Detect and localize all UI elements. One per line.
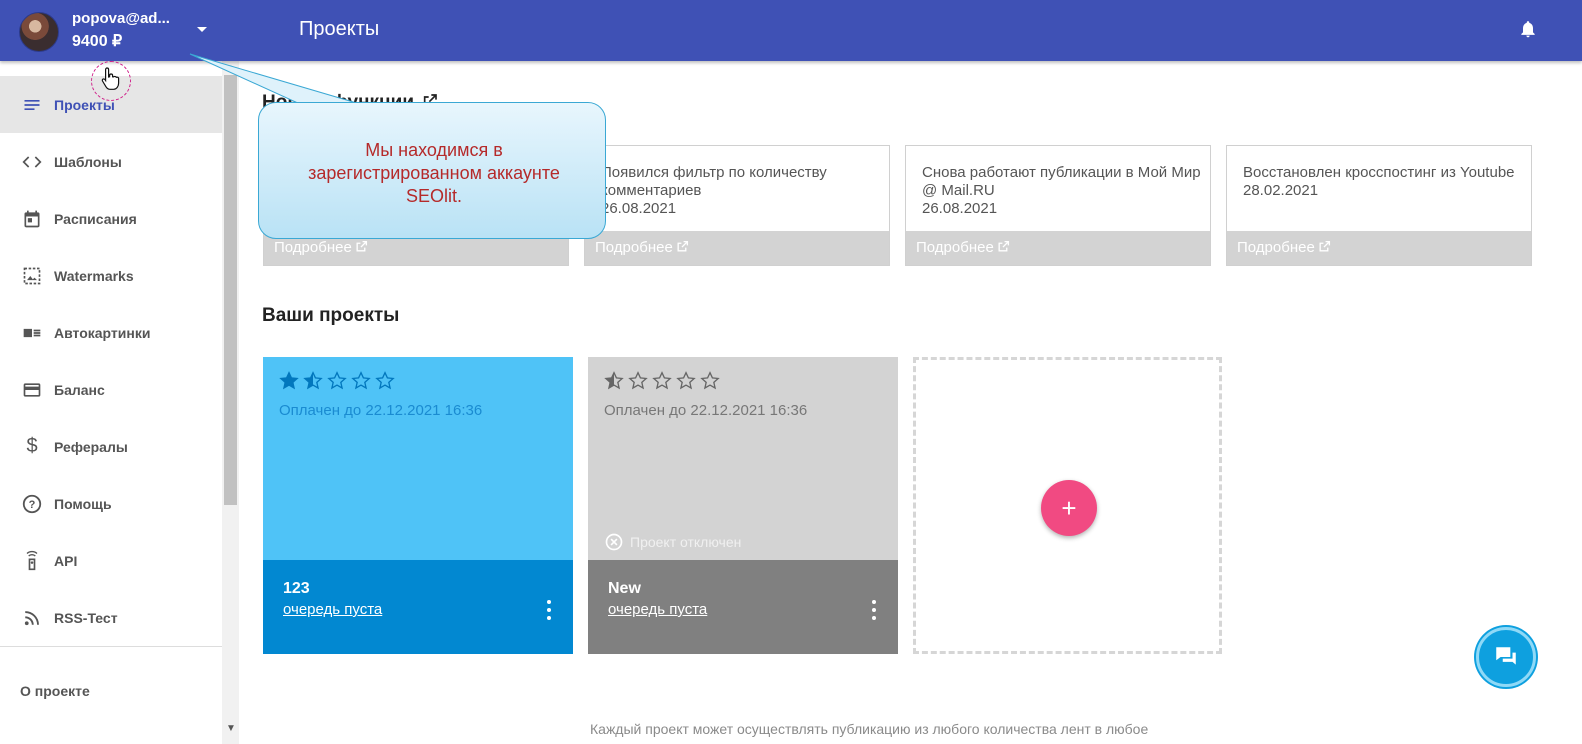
sidebar-item-watermarks[interactable]: Watermarks: [0, 247, 222, 304]
avatar[interactable]: [19, 12, 59, 52]
hand-cursor-icon: [101, 67, 120, 90]
api-icon: [20, 549, 44, 573]
project-card-footer: 123 очередь пуста: [263, 560, 573, 654]
more-vert-icon[interactable]: [870, 600, 878, 620]
more-vert-icon[interactable]: [545, 600, 553, 620]
news-more-link[interactable]: Подробнее: [906, 231, 1210, 265]
sidebar-item-label: Рефералы: [54, 438, 128, 455]
chat-button[interactable]: [1476, 627, 1536, 687]
news-more-link[interactable]: Подробнее: [1227, 231, 1531, 265]
star-icon[interactable]: [652, 371, 672, 391]
code-icon: [20, 150, 44, 174]
sidebar-item-help[interactable]: ? Помощь: [0, 475, 222, 532]
projects-footnote: Каждый проект может осуществлять публика…: [590, 721, 1149, 737]
image-icon: [20, 264, 44, 288]
scroll-up-icon[interactable]: ▲: [226, 63, 236, 74]
project-card-body[interactable]: Оплачен до 22.12.2021 16:36: [588, 357, 898, 560]
news-text: Снова работают публикации в Мой Мир @ Ma…: [922, 164, 1201, 217]
project-card[interactable]: Оплачен до 22.12.2021 16:36 Проект отклю…: [588, 357, 898, 654]
cancel-circle-icon: [605, 533, 623, 551]
external-link-icon: [356, 240, 367, 252]
star-icon[interactable]: [351, 371, 371, 391]
callout-text: Мы находимся в зарегистрированном аккаун…: [308, 140, 560, 206]
project-name[interactable]: New: [608, 580, 641, 598]
sidebar-item-referrals[interactable]: $ Рефералы: [0, 418, 222, 475]
list-icon: [20, 93, 44, 117]
top-app-bar: popova@ad... 9400 ₽ Проекты: [0, 0, 1582, 61]
sidebar-item-label: API: [54, 552, 78, 569]
user-email[interactable]: popova@ad...: [72, 10, 170, 27]
chat-icon: [1496, 647, 1516, 665]
project-queue-link[interactable]: очередь пуста: [608, 601, 707, 618]
sidebar-item-schedules[interactable]: Расписания: [0, 190, 222, 247]
calendar-icon: [20, 207, 44, 231]
add-project-tile[interactable]: +: [913, 357, 1222, 654]
sidebar-item-templates[interactable]: Шаблоны: [0, 133, 222, 190]
paid-until: Оплачен до 22.12.2021 16:36: [604, 402, 808, 419]
project-queue-link[interactable]: очередь пуста: [283, 601, 382, 618]
news-more-link[interactable]: Подробнее: [585, 231, 889, 265]
scroll-thumb[interactable]: [224, 75, 237, 505]
sidebar-item-label: Шаблоны: [54, 153, 122, 170]
callout-annotation: Мы находимся в зарегистрированном аккаун…: [258, 102, 606, 239]
add-project-button[interactable]: +: [1041, 480, 1097, 536]
sidebar-divider: [0, 646, 222, 647]
sidebar-item-label: Расписания: [54, 210, 137, 227]
star-icon[interactable]: [279, 371, 299, 391]
paid-until: Оплачен до 22.12.2021 16:36: [279, 402, 483, 419]
sidebar-item-label: RSS-Тест: [54, 609, 118, 626]
projects-section-title: Ваши проекты: [262, 305, 400, 326]
user-balance: 9400 ₽: [72, 33, 123, 50]
sidebar-item-balance[interactable]: Баланс: [0, 361, 222, 418]
sidebar-item-label: Watermarks: [54, 267, 134, 284]
sidebar-item-label: Помощь: [54, 495, 112, 512]
project-card-footer: Проект отключен New очередь пуста: [588, 533, 898, 654]
external-link-icon: [1319, 240, 1330, 252]
dollar-icon: $: [26, 435, 38, 457]
sidebar-item-label: Автокартинки: [54, 324, 151, 341]
autopicture-icon: [20, 321, 44, 345]
star-icon[interactable]: [676, 371, 696, 391]
news-card: Снова работают публикации в Мой Мир @ Ma…: [905, 145, 1211, 266]
sidebar-item-label: Баланс: [54, 381, 105, 398]
star-icon[interactable]: [604, 371, 624, 391]
credit-card-icon: [20, 378, 44, 402]
sidebar-scrollbar[interactable]: ▲ ▼: [222, 61, 239, 744]
sidebar: Проекты Шаблоны Расписания Watermarks Ав…: [0, 61, 222, 744]
star-icon[interactable]: [303, 371, 323, 391]
external-link-icon: [998, 240, 1009, 252]
rating-stars[interactable]: [604, 371, 720, 391]
sidebar-item-rss-test[interactable]: RSS-Тест: [0, 589, 222, 646]
project-card-body[interactable]: Оплачен до 22.12.2021 16:36: [263, 357, 573, 560]
sidebar-item-api[interactable]: API: [0, 532, 222, 589]
news-card: Восстановлен кросспостинг из Youtube 28.0…: [1226, 145, 1532, 266]
news-card: Появился фильтр по количеству комментари…: [584, 145, 890, 266]
scroll-down-icon[interactable]: ▼: [226, 723, 236, 734]
help-icon: ?: [20, 492, 44, 516]
news-text: Восстановлен кросспостинг из Youtube 28.0…: [1243, 164, 1515, 199]
project-name[interactable]: 123: [283, 580, 310, 598]
page-title: Проекты: [299, 18, 380, 40]
project-card[interactable]: Оплачен до 22.12.2021 16:36 123 очередь …: [263, 357, 573, 654]
star-icon[interactable]: [327, 371, 347, 391]
chevron-down-icon[interactable]: [197, 27, 207, 32]
project-status-text: Проект отключен: [630, 534, 742, 550]
bell-icon[interactable]: [1518, 18, 1538, 40]
star-icon[interactable]: [375, 371, 395, 391]
rating-stars[interactable]: [279, 371, 395, 391]
sidebar-about-link[interactable]: О проекте: [20, 683, 90, 699]
star-icon[interactable]: [700, 371, 720, 391]
rss-icon: [20, 606, 44, 630]
star-icon[interactable]: [628, 371, 648, 391]
news-text: Появился фильтр по количеству комментари…: [601, 164, 827, 217]
svg-text:?: ?: [29, 499, 36, 511]
sidebar-item-autopictures[interactable]: Автокартинки: [0, 304, 222, 361]
external-link-icon: [677, 240, 688, 252]
project-status: Проект отключен: [604, 532, 741, 552]
